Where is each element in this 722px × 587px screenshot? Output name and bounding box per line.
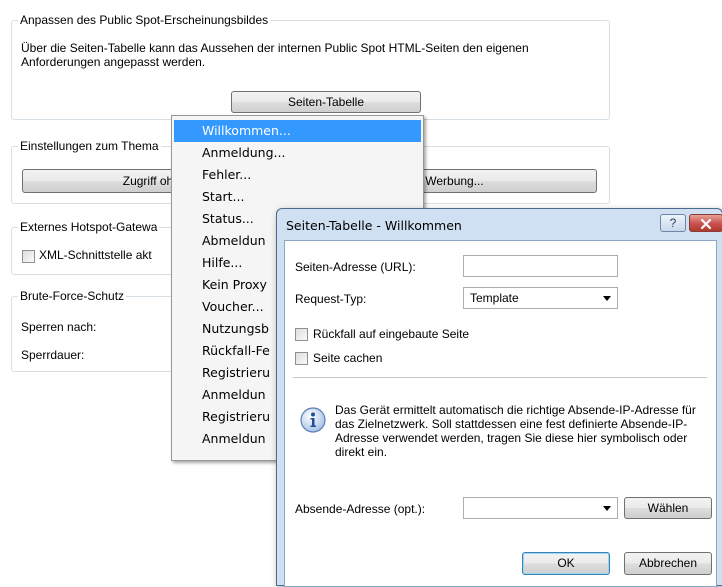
menu-item-welcome[interactable]: Willkommen... <box>174 120 421 142</box>
appearance-description: Über die Seiten-Tabelle kann das Aussehe… <box>21 41 529 69</box>
page-table-button[interactable]: Seiten-Tabelle <box>231 91 421 113</box>
bruteforce-group-legend: Brute-Force-Schutz <box>18 288 127 304</box>
menu-item-error[interactable]: Fehler... <box>174 164 421 186</box>
dialog-body: Seiten-Adresse (URL): Request-Typ: Templ… <box>284 240 717 587</box>
fallback-label: Rückfall auf eingebaute Seite <box>313 327 470 341</box>
separator <box>293 377 707 378</box>
info-text: Das Gerät ermittelt automatisch die rich… <box>335 403 696 459</box>
url-label: Seiten-Adresse (URL): <box>295 260 416 274</box>
help-button[interactable]: ? <box>660 214 686 232</box>
menu-item-start[interactable]: Start... <box>174 186 421 208</box>
fallback-checkbox[interactable] <box>295 328 308 341</box>
request-type-select[interactable]: Template <box>463 287 618 309</box>
lock-after-label: Sperren nach: <box>21 320 97 334</box>
request-type-label: Request-Typ: <box>295 292 367 306</box>
close-icon <box>700 218 712 229</box>
cancel-button[interactable]: Abbrechen <box>624 552 712 575</box>
cache-checkbox[interactable] <box>295 352 308 365</box>
choose-button[interactable]: Wählen <box>624 497 712 519</box>
chevron-down-icon <box>603 296 611 301</box>
help-icon: ? <box>669 216 677 230</box>
close-button[interactable] <box>689 214 722 232</box>
appearance-group: Anpassen des Public Spot-Erscheinungsbil… <box>11 12 610 120</box>
theme-group-legend: Einstellungen zum Thema <box>18 138 161 154</box>
request-type-value: Template <box>470 291 519 305</box>
xml-interface-label: XML-Schnittstelle akt <box>39 248 152 262</box>
cache-label: Seite cachen <box>313 351 383 365</box>
menu-item-login[interactable]: Anmeldung... <box>174 142 421 164</box>
gateway-group-legend: Externes Hotspot-Gatewa <box>18 219 160 235</box>
chevron-down-icon <box>603 506 611 511</box>
sender-address-label: Absende-Adresse (opt.): <box>295 502 426 516</box>
url-input[interactable] <box>463 255 618 277</box>
appearance-group-legend: Anpassen des Public Spot-Erscheinungsbil… <box>18 12 271 28</box>
dialog-title: Seiten-Tabelle - Willkommen <box>286 218 462 233</box>
xml-interface-checkbox[interactable] <box>22 250 35 263</box>
info-icon <box>300 407 326 433</box>
ok-button[interactable]: OK <box>522 552 610 575</box>
page-table-dialog: Seiten-Tabelle - Willkommen ? Seiten-Adr… <box>276 208 722 587</box>
sender-address-combo[interactable] <box>463 497 618 519</box>
lock-duration-label: Sperrdauer: <box>21 348 85 362</box>
